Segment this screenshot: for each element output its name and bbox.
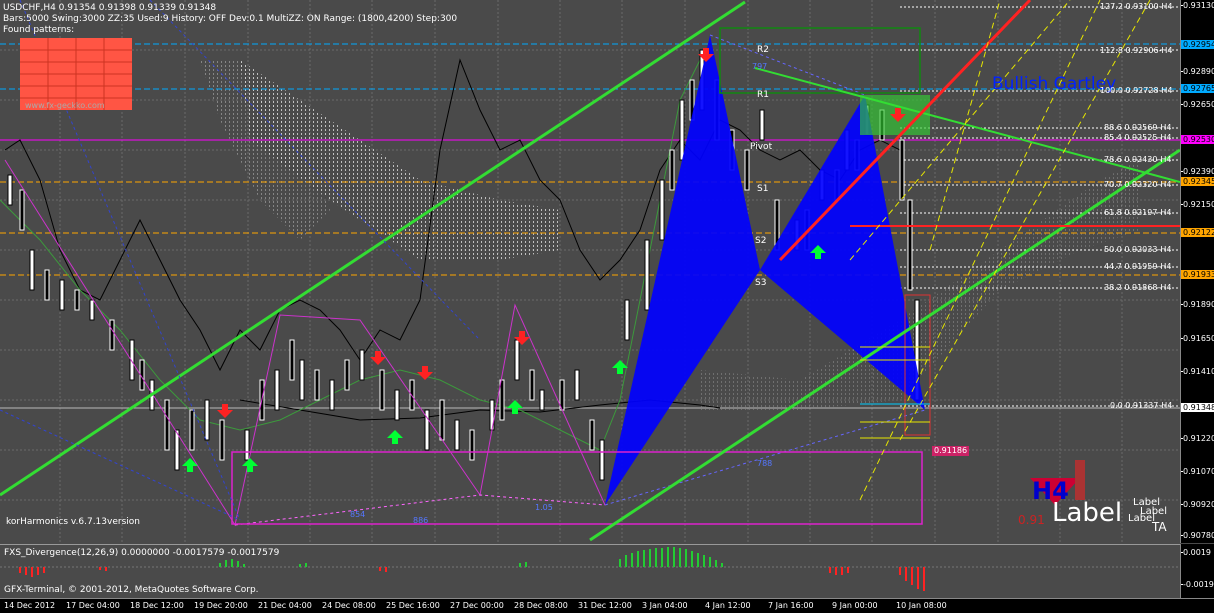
divergence-subwindow[interactable]: FXS_Divergence(12,26,9) 0.0000000 -0.001…: [0, 544, 1180, 599]
price-tick: 0.93130: [1181, 1, 1214, 10]
zz-label: 797: [752, 62, 768, 71]
symbol-info: USDCHF,H4 0.91354 0.91398 0.91339 0.9134…: [3, 3, 217, 13]
pivot-s1-label: S1: [757, 184, 769, 194]
time-tick: 28 Dec 08:00: [514, 601, 568, 610]
price-tick: 0.90780: [1181, 531, 1214, 540]
pivot-label: Pivot: [750, 142, 773, 152]
price-tag: 0.91933: [1181, 270, 1214, 279]
pivot-r2-label: R2: [757, 45, 769, 55]
price-partial: 0.91: [1018, 513, 1045, 527]
price-tick: 0.92150: [1181, 200, 1214, 209]
fib-level: 50.0 0.92033-H4: [1104, 245, 1172, 254]
price-tick: 0.92390: [1181, 167, 1214, 176]
sub-axis-tick: -0.0019: [1181, 580, 1214, 589]
fib-level: 70.7 0.92320-H4: [1104, 180, 1172, 189]
price-tick: 0.92650: [1181, 100, 1214, 109]
fib-level: 127.2 0.93100-H4: [1100, 2, 1173, 11]
time-tick: 25 Dec 16:00: [386, 601, 440, 610]
price-tag: 0.92765: [1181, 84, 1214, 93]
price-tick: 0.91220: [1181, 434, 1214, 443]
label-small: TA: [1152, 520, 1167, 534]
time-tick: 24 Dec 08:00: [322, 601, 376, 610]
price-tag: 0.92345: [1181, 177, 1214, 186]
fib-level: 61.8 0.92197-H4: [1104, 208, 1172, 217]
pattern-box: [231, 451, 923, 525]
zz-label: 854: [350, 510, 366, 519]
red-price-box: 0.91186: [932, 446, 970, 456]
time-tick: 4 Jan 12:00: [705, 601, 751, 610]
time-tick: 17 Dec 04:00: [66, 601, 120, 610]
zz-label: 788: [757, 459, 773, 468]
time-tick: 21 Dec 04:00: [258, 601, 312, 610]
fib-level: 38.2 0.91868-H4: [1104, 283, 1172, 292]
found-patterns-label: Found patterns:: [3, 25, 75, 35]
price-tag: 0.92530: [1181, 135, 1214, 144]
time-axis[interactable]: 14 Dec 2012 17 Dec 04:00 18 Dec 12:00 19…: [0, 598, 1214, 613]
chart-window: USDCHF,H4 0.91354 0.91398 0.91339 0.9134…: [0, 0, 1214, 613]
fib-level: 112.8 0.92906-H4: [1100, 46, 1173, 55]
price-tick: 0.92890: [1181, 67, 1214, 76]
price-axis[interactable]: 0.93130 0.92890 0.92650 0.92390 0.92150 …: [1180, 0, 1214, 543]
indicator-settings: Bars:5000 Swing:3000 ZZ:35 Used:9 Histor…: [3, 14, 458, 24]
prz-box: [719, 27, 921, 94]
red-trendline: [778, 0, 1032, 262]
time-tick: 10 Jan 08:00: [896, 601, 947, 610]
price-tick: 0.91650: [1181, 334, 1214, 343]
price-tick: 0.91070: [1181, 467, 1214, 476]
time-tick: 3 Jan 04:00: [642, 601, 688, 610]
price-tick: 0.91890: [1181, 300, 1214, 309]
logo-url: www.fx-geckko.com: [25, 101, 105, 110]
sub-price-axis[interactable]: 0.0019 -0.0019: [1180, 544, 1214, 598]
pivot-s3-label: S3: [755, 278, 767, 288]
price-tag: 0.92122: [1181, 228, 1214, 237]
fib-level: 85.4 0.92525-H4: [1104, 133, 1172, 142]
zz-label: 1.05: [535, 503, 553, 512]
time-tick: 7 Jan 16:00: [768, 601, 814, 610]
time-tick: 14 Dec 2012: [4, 601, 56, 610]
label-small: Label: [1128, 513, 1155, 524]
indicator-title: FXS_Divergence(12,26,9) 0.0000000 -0.001…: [4, 548, 280, 558]
time-tick: 19 Dec 20:00: [194, 601, 248, 610]
copyright: GFX-Terminal, © 2001-2012, MetaQuotes So…: [4, 585, 259, 595]
indicator-version: korHarmonics v.6.7.13version: [6, 517, 140, 527]
price-tag: 0.92954: [1181, 40, 1214, 49]
fib-level: 100.0 0.92728-H4: [1100, 86, 1173, 95]
current-price-tag: 0.91348: [1181, 403, 1214, 412]
fib-level: 44.7 0.91959-H4: [1104, 262, 1172, 271]
zz-label: 886: [413, 516, 429, 525]
big-label: Label: [1052, 498, 1123, 528]
pattern-name: Bullish Gartley: [992, 74, 1117, 94]
time-tick: 18 Dec 12:00: [130, 601, 184, 610]
time-tick: 9 Jan 00:00: [832, 601, 878, 610]
fib-level: 0.0 0.91337-H4: [1110, 401, 1173, 410]
pivot-r1-label: R1: [757, 90, 769, 100]
sub-axis-tick: 0.0019: [1181, 548, 1211, 557]
time-tick: 31 Dec 12:00: [578, 601, 632, 610]
price-tick: 0.91410: [1181, 367, 1214, 376]
fib-level: 88.6 0.92569-H4: [1104, 123, 1172, 132]
main-chart-area[interactable]: USDCHF,H4 0.91354 0.91398 0.91339 0.9134…: [0, 0, 1180, 543]
price-tick: 0.90920: [1181, 500, 1214, 509]
pivot-s2-label: S2: [755, 236, 767, 246]
fib-level: 78.6 0.92430-H4: [1104, 155, 1172, 164]
time-tick: 27 Dec 00:00: [450, 601, 504, 610]
